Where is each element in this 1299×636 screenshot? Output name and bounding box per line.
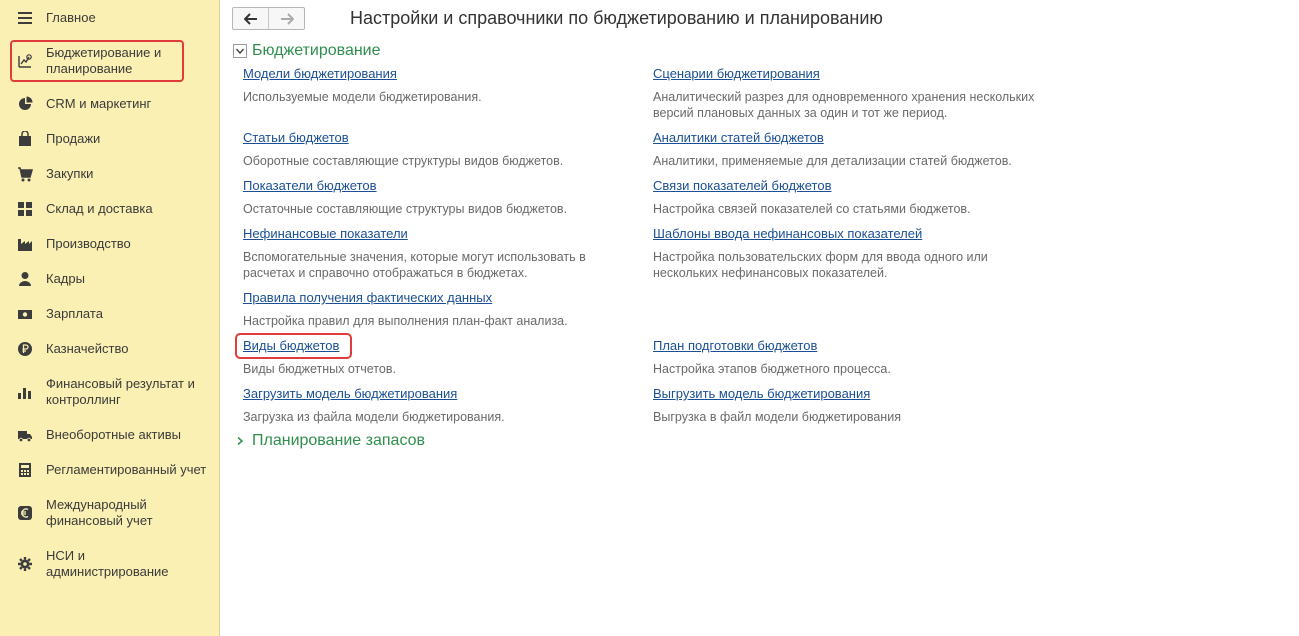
budget-planning-icon [16,52,34,70]
euro-icon [16,504,34,522]
chevron-down-icon [233,44,247,58]
chevron-right-icon [233,434,247,448]
item-description: Настройка пользовательских форм для ввод… [653,250,988,280]
item-description: Выгрузка в файл модели бюджетирования [653,410,901,424]
sidebar-item-label: Главное [46,10,96,25]
sidebar-item-label: CRM и маркетинг [46,96,152,111]
list-item: Выгрузить модель бюджетирования Выгрузка… [653,385,1063,425]
sidebar-item-label: Кадры [46,271,85,286]
group-inventory-toggle[interactable]: Планирование запасов [233,432,425,450]
link-input-templates[interactable]: Шаблоны ввода нефинансовых показателей [653,226,922,242]
bar-chart-icon [16,383,34,401]
link-load-model[interactable]: Загрузить модель бюджетирования [243,386,457,402]
sidebar-item-label: Казначейство [46,341,129,356]
shopping-bag-icon [16,130,34,148]
group-budgeting-toggle[interactable]: Бюджетирование [233,42,381,60]
sidebar-item-sales[interactable]: Продажи [0,130,219,148]
list-item: Загрузить модель бюджетирования Загрузка… [243,385,653,425]
link-item-analytics[interactable]: Аналитики статей бюджетов [653,130,824,146]
sidebar-item-label: Продажи [46,131,101,146]
main-content: Настройки и справочники по бюджетировани… [220,0,1299,636]
sidebar-item-label: Склад и доставка [46,201,153,216]
item-description: Загрузка из файла модели бюджетирования. [243,410,505,424]
sidebar-item-crm[interactable]: CRM и маркетинг [0,95,219,113]
sidebar-item-label: Производство [46,236,131,251]
link-budgeting-models[interactable]: Модели бюджетирования [243,66,397,82]
link-budget-items[interactable]: Статьи бюджетов [243,130,349,146]
page-title: Настройки и справочники по бюджетировани… [350,8,883,28]
group-title: Бюджетирование [252,42,381,59]
link-budget-indicators[interactable]: Показатели бюджетов [243,178,377,194]
factory-icon [16,235,34,253]
sidebar-item-label: Финансовый результат и контроллинг [46,376,195,407]
item-description: Настройка правил для выполнения план-фак… [243,314,568,328]
ruble-coin-icon [16,340,34,358]
gear-icon [16,555,34,573]
item-description: Оборотные составляющие структуры видов б… [243,154,564,168]
list-item: Шаблоны ввода нефинансовых показателей Н… [653,225,1063,281]
sidebar-item-hr[interactable]: Кадры [0,270,219,288]
money-icon [16,305,34,323]
item-description: Аналитический разрез для одновременного … [653,90,1035,120]
item-description: Используемые модели бюджетирования. [243,90,482,104]
link-budget-types[interactable]: Виды бюджетов [243,338,339,354]
item-description: Виды бюджетных отчетов. [243,362,396,376]
list-item: Сценарии бюджетирования Аналитический ра… [653,65,1063,121]
item-description: Настройка этапов бюджетного процесса. [653,362,891,376]
sidebar-item-main[interactable]: Главное [0,9,219,27]
arrow-right-icon [280,12,294,25]
sidebar-item-admin[interactable]: НСИ и администрирование [0,547,219,581]
item-description: Вспомогательные значения, которые могут … [243,250,586,280]
link-actual-data-rules[interactable]: Правила получения фактических данных [243,290,492,306]
sidebar-item-fixed-assets[interactable]: Внеоборотные активы [0,426,219,444]
list-item: Правила получения фактических данных Нас… [243,289,653,329]
item-description: Аналитики, применяемые для детализации с… [653,154,1012,168]
link-budget-plan[interactable]: План подготовки бюджетов [653,338,817,354]
sidebar-item-purchases[interactable]: Закупки [0,165,219,183]
history-nav [232,7,305,30]
link-budgeting-scenarios[interactable]: Сценарии бюджетирования [653,66,820,82]
warehouse-grid-icon [16,200,34,218]
truck-icon [16,426,34,444]
sidebar-item-label: Закупки [46,166,94,181]
menu-lines-icon [16,9,34,27]
item-description: Настройка связей показателей со статьями… [653,202,971,216]
list-item: Нефинансовые показатели Вспомогательные … [243,225,653,281]
pie-chart-icon [16,95,34,113]
list-item: Виды бюджетов Виды бюджетных отчетов. [243,337,653,377]
sidebar-item-label: Внеоборотные активы [46,427,182,442]
sidebar-item-warehouse[interactable]: Склад и доставка [0,200,219,218]
sidebar-item-label: Регламентированный учет [46,462,207,477]
item-description: Остаточные составляющие структуры видов … [243,202,568,216]
sidebar-item-international-accounting[interactable]: Международный финансовый учет [0,496,219,530]
list-item: Показатели бюджетов Остаточные составляю… [243,177,653,217]
sidebar-item-label: НСИ и администрирование [46,548,169,579]
forward-button[interactable] [268,8,304,29]
link-export-model[interactable]: Выгрузить модель бюджетирования [653,386,870,402]
sidebar-item-label: Бюджетирование и планирование [46,45,162,76]
calculator-icon [16,461,34,479]
link-indicator-links[interactable]: Связи показателей бюджетов [653,178,831,194]
list-item: Аналитики статей бюджетов Аналитики, при… [653,129,1063,169]
person-icon [16,270,34,288]
sidebar-item-production[interactable]: Производство [0,235,219,253]
sidebar-item-treasury[interactable]: Казначейство [0,340,219,358]
link-nonfinancial-indicators[interactable]: Нефинансовые показатели [243,226,408,242]
arrow-left-icon [243,12,257,25]
list-item: Связи показателей бюджетов Настройка свя… [653,177,1063,217]
sidebar-item-salary[interactable]: Зарплата [0,305,219,323]
sidebar-item-label: Международный финансовый учет [46,497,153,528]
sidebar-item-regulated-accounting[interactable]: Регламентированный учет [0,461,219,479]
list-item: План подготовки бюджетов Настройка этапо… [653,337,1063,377]
sidebar-item-label: Зарплата [46,306,103,321]
group-title: Планирование запасов [252,432,426,449]
sidebar-item-controlling[interactable]: Финансовый результат и контроллинг [0,375,219,409]
back-button[interactable] [233,8,268,29]
cart-icon [16,165,34,183]
list-item: Модели бюджетирования Используемые модел… [243,65,653,105]
sidebar-item-budgeting[interactable]: Бюджетирование и планирование [0,44,219,78]
list-item: Статьи бюджетов Оборотные составляющие с… [243,129,653,169]
sections-panel: Главное Бюджетирование и планирование CR… [0,0,220,636]
